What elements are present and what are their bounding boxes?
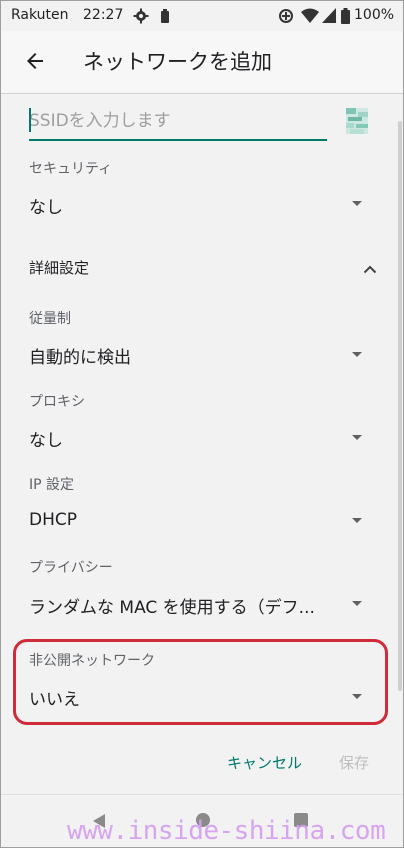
watermark: www.inside-shiina.com (67, 816, 386, 846)
security-dropdown-arrow-icon[interactable] (352, 201, 362, 206)
wifi-icon (301, 8, 319, 27)
settings-gear-icon (133, 8, 149, 28)
privacy-label: プライバシー (29, 560, 113, 576)
signal-icon (322, 8, 336, 27)
ssid-input[interactable] (29, 107, 327, 141)
cancel-button[interactable]: キャンセル (227, 752, 302, 773)
proxy-label: プロキシ (29, 394, 85, 410)
chevron-up-icon[interactable] (363, 259, 377, 274)
advanced-settings-toggle[interactable]: 詳細設定 (29, 257, 89, 278)
save-button[interactable]: 保存 (339, 752, 369, 773)
ip-settings-value[interactable]: DHCP (29, 510, 77, 530)
proxy-value[interactable]: なし (29, 426, 63, 451)
privacy-value[interactable]: ランダムな MAC を使用する（デフ... (29, 593, 329, 618)
data-saver-icon (278, 8, 294, 28)
security-label: セキュリティ (29, 161, 113, 177)
arrow-left-icon[interactable] (23, 49, 47, 73)
clock: 22:27 (83, 7, 124, 23)
security-value[interactable]: なし (29, 193, 63, 218)
ip-settings-dropdown-arrow-icon[interactable] (352, 518, 362, 523)
proxy-dropdown-arrow-icon[interactable] (352, 435, 362, 440)
scrollbar[interactable] (398, 121, 402, 691)
metered-dropdown-arrow-icon[interactable] (352, 352, 362, 357)
metered-value[interactable]: 自動的に検出 (29, 343, 131, 368)
screen: Rakuten 22:27 100% ネットワークを追加 SSIDを入力します … (0, 0, 404, 848)
page-title: ネットワークを追加 (83, 50, 272, 74)
carrier-label: Rakuten (11, 7, 69, 23)
qr-code-scan-icon[interactable] (346, 108, 368, 134)
highlight-annotation (13, 639, 388, 725)
privacy-dropdown-arrow-icon[interactable] (352, 601, 362, 606)
ip-settings-label: IP 設定 (29, 477, 75, 493)
battery-icon (341, 8, 350, 28)
metered-label: 従量制 (29, 311, 71, 327)
battery-percent: 100% (354, 7, 395, 23)
text-cursor (29, 108, 31, 132)
battery-small-icon (161, 9, 169, 27)
app-bar: ネットワークを追加 (1, 31, 403, 94)
status-bar: Rakuten 22:27 100% (1, 1, 403, 31)
